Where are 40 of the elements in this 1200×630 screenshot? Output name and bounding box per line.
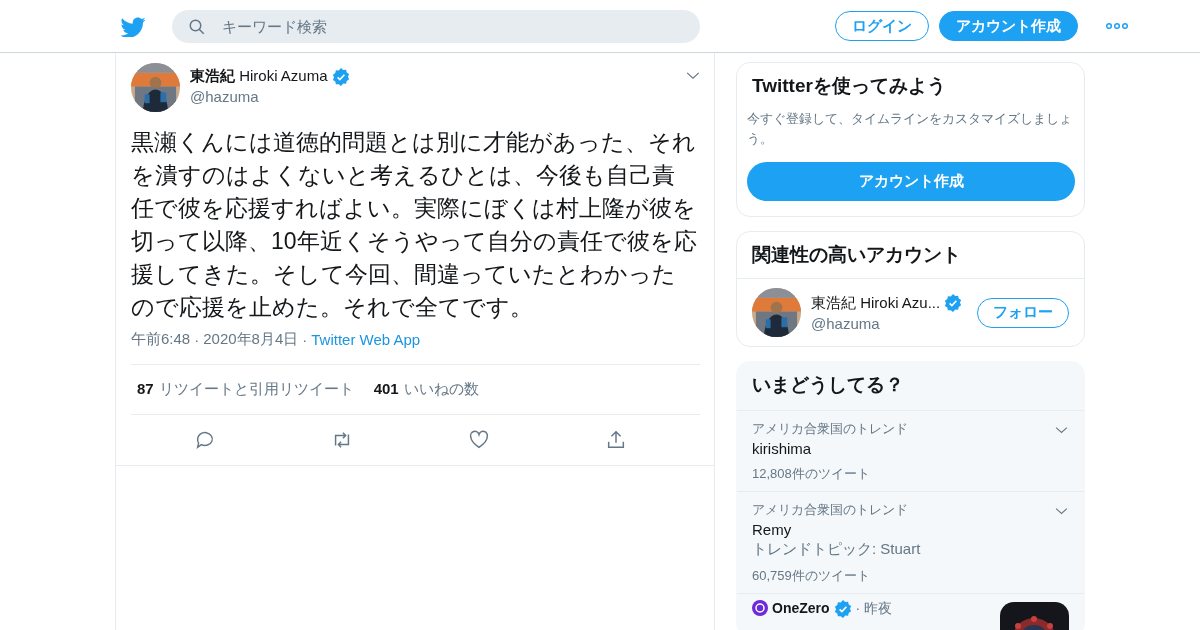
publisher-name[interactable]: OneZero [772,600,830,616]
follow-button[interactable]: フォロー [977,297,1069,328]
signup-button[interactable]: アカウント作成 [939,11,1078,41]
card-title: いまどうしてる？ [737,362,1084,411]
tweet-count: 12,808件のツイート [752,465,870,483]
tweet-time: 午前6:48 [131,330,191,349]
publisher-logo-icon [752,600,768,616]
trend-name[interactable]: kirishima [752,440,812,457]
tweet-date: 2020年8月4日 [203,330,299,349]
chevron-down-icon[interactable] [686,71,700,80]
source-link[interactable]: Twitter Web App [311,331,421,348]
trend-topic: トレンドトピック: Stuart [752,540,921,559]
separator: · [855,600,861,616]
card-text: 今すぐ登録して、タイムラインをカスタマイズしましょう。 [746,110,1073,148]
more-icon[interactable] [1106,22,1128,30]
stat-label[interactable]: リツイートと引用リツイート [158,380,354,399]
search-field[interactable]: キーワード検索 [172,9,700,43]
heart-icon[interactable] [467,429,490,451]
card-title: 関連性の高いアカウント [751,243,962,267]
chevron-down-icon[interactable] [1055,426,1068,434]
chevron-down-icon[interactable] [1055,507,1068,515]
login-button[interactable]: ログイン [835,11,929,41]
card-title: Twitterを使ってみよう [751,74,947,98]
tweet-count: 60,759件のツイート [752,567,870,585]
tweet-text: 黒瀬くんには道徳的問題とは別に才能があった、それを潰すのはよくないと考えるひとは、今後も自己責任で彼を応援すればよい。実際にぼくは村上隆が彼を切って以降、10年近くそうやって自分の責任で彼を応援してきた。そして今回、間違っていたとわかったので応援を止めた。それで全てです。 [131,128,697,322]
trend-context: アメリカ合衆国のトレンド [752,420,908,438]
user-name[interactable]: 東浩紀 Hiroki Azu... [811,293,941,313]
signup-button[interactable]: アカウント作成 [747,162,1075,201]
user-handle[interactable]: @hazuma [811,314,963,332]
news-time: 昨夜 [864,600,893,618]
stat-count: 401 [373,380,399,399]
trend-name[interactable]: Remy [752,521,792,538]
stat-label[interactable]: いいねの数 [403,380,479,399]
separator: · [302,331,308,348]
bird-logo-icon[interactable] [120,15,146,37]
user-name[interactable]: 東浩紀 Hiroki Azuma [190,67,328,86]
separator: · [194,331,200,348]
stat-count: 87 [137,380,154,399]
trend-context: アメリカ合衆国のトレンド [752,501,908,519]
user-handle[interactable]: @hazuma [190,88,350,105]
